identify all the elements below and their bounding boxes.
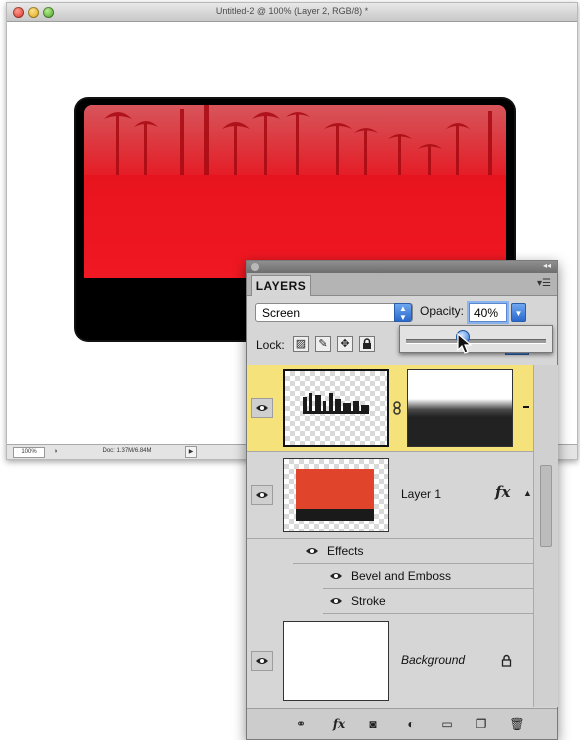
- adjustment-layer-icon[interactable]: ◐: [401, 715, 421, 733]
- lock-position-icon[interactable]: ✥: [337, 336, 353, 352]
- blend-mode-value: Screen: [262, 306, 301, 320]
- tab-layers[interactable]: LAYERS: [251, 275, 311, 296]
- layer-row-layer-2[interactable]: [247, 365, 533, 452]
- effect-row-stroke[interactable]: Stroke: [323, 589, 533, 614]
- effects-row[interactable]: Effects: [293, 539, 533, 564]
- panel-menu-icon[interactable]: ▾☰: [537, 278, 551, 289]
- lock-all-icon[interactable]: [359, 336, 375, 352]
- panel-bottom-toolbar: ⚭ fx ◙ ◐ ▭ ❐ 🗑: [247, 708, 557, 739]
- link-layers-icon[interactable]: ⚭: [291, 715, 311, 733]
- chain-link-icon[interactable]: [393, 401, 401, 420]
- eye-icon: [256, 405, 268, 411]
- opacity-dropdown-icon[interactable]: ▼: [511, 303, 526, 322]
- eye-icon[interactable]: [305, 546, 319, 556]
- zoom-level-field[interactable]: 100%: [13, 447, 45, 458]
- visibility-toggle[interactable]: [251, 485, 273, 505]
- new-layer-icon[interactable]: ❐: [471, 715, 491, 733]
- layer-row-layer-1[interactable]: Layer 1 fx ▲: [247, 452, 533, 539]
- eye-icon: [256, 658, 268, 664]
- layer-name[interactable]: Background: [401, 653, 465, 667]
- lock-icon: [501, 654, 512, 667]
- layer-mask-indicator: [523, 406, 529, 408]
- lock-label: Lock:: [256, 338, 285, 352]
- layer-name[interactable]: Layer 1: [401, 487, 441, 501]
- fx-icon[interactable]: fx: [495, 483, 510, 501]
- status-menu-arrow-icon[interactable]: ▶: [185, 446, 197, 458]
- scrollbar-thumb[interactable]: [540, 465, 552, 547]
- layer-thumbnail[interactable]: [283, 458, 389, 532]
- title-bar[interactable]: Untitled-2 @ 100% (Layer 2, RGB/8) *: [7, 3, 577, 22]
- opacity-label: Opacity:: [420, 304, 465, 318]
- expand-effects-icon[interactable]: ▲: [523, 488, 532, 498]
- effect-row-bevel-and-emboss[interactable]: Bevel and Emboss: [323, 564, 533, 589]
- blend-mode-select[interactable]: Screen ▲ ▼: [255, 303, 413, 322]
- layer-thumbnail[interactable]: [283, 621, 389, 701]
- effect-label: Stroke: [351, 594, 386, 608]
- add-layer-mask-icon[interactable]: ◙: [363, 715, 383, 733]
- lock-transparent-pixels-icon[interactable]: ▨: [293, 336, 309, 352]
- opacity-slider-track[interactable]: [406, 339, 546, 344]
- add-layer-style-icon[interactable]: fx: [329, 715, 349, 733]
- panel-collapse-icon[interactable]: ◂◂: [543, 261, 551, 270]
- layer-thumbnail[interactable]: [283, 369, 389, 447]
- layers-panel: ◂◂ LAYERS ▾☰ Screen ▲ ▼ Opacity: 40% ▼ Lo…: [246, 260, 558, 740]
- layer-mask-thumbnail[interactable]: [407, 369, 513, 447]
- lock-image-pixels-icon[interactable]: ✎: [315, 336, 331, 352]
- layers-list: Layer 1 fx ▲ Effects Bevel and Emboss St…: [247, 365, 533, 707]
- folder-icon[interactable]: ▭: [437, 715, 457, 733]
- trash-icon[interactable]: 🗑: [507, 715, 527, 733]
- effect-label: Bevel and Emboss: [351, 569, 452, 583]
- opacity-input[interactable]: 40%: [469, 303, 507, 322]
- layer-row-background[interactable]: Background: [247, 615, 533, 707]
- blend-mode-dropdown-icon[interactable]: ▲ ▼: [394, 303, 412, 322]
- mouse-cursor-icon: [457, 333, 473, 354]
- palm-tree-silhouettes: [104, 105, 492, 175]
- panel-close-icon[interactable]: [251, 263, 259, 271]
- document-title: Untitled-2 @ 100% (Layer 2, RGB/8) *: [215, 6, 369, 16]
- document-size-info: Doc: 1.37M/6.84M: [102, 448, 152, 454]
- status-preview-icon[interactable]: ◑: [51, 447, 60, 456]
- eye-icon[interactable]: [329, 571, 343, 581]
- effects-label: Effects: [327, 544, 364, 558]
- eye-icon[interactable]: [329, 596, 343, 606]
- visibility-toggle[interactable]: [251, 651, 273, 671]
- panel-tab-row: LAYERS ▾☰: [247, 273, 557, 296]
- layers-scrollbar[interactable]: [533, 365, 558, 707]
- panel-title-bar[interactable]: ◂◂: [247, 261, 557, 273]
- eye-icon: [256, 492, 268, 498]
- visibility-toggle[interactable]: [251, 398, 273, 418]
- opacity-slider-popup: [399, 325, 553, 353]
